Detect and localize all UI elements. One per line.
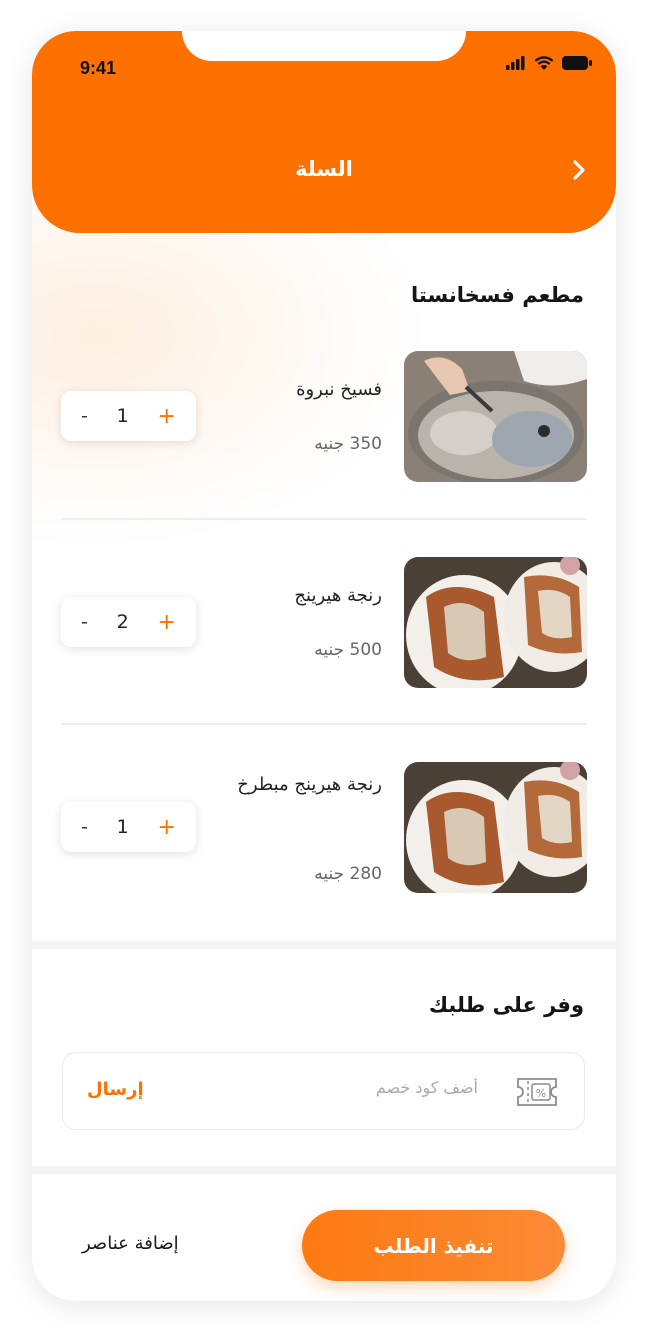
item-price: 350 جنيه xyxy=(314,434,382,454)
section-separator xyxy=(32,1166,616,1174)
phone-screen: 9:41 السلة مطعم فسخانستا فسيخ نبروة 350 … xyxy=(32,31,616,1301)
quantity-value: 1 xyxy=(116,816,129,838)
decrease-button[interactable]: - xyxy=(81,611,88,633)
quantity-stepper: - 2 + xyxy=(61,597,196,647)
coupon-ticket-icon: % xyxy=(514,1075,560,1113)
coupon-section-title: وفر على طلبك xyxy=(428,993,584,1017)
send-coupon-button[interactable]: إرسال xyxy=(87,1079,144,1100)
item-name: رنجة هيرينج مبطرخ xyxy=(237,774,382,795)
coupon-box: % إرسال xyxy=(62,1052,585,1130)
header-bar: 9:41 السلة xyxy=(32,31,616,233)
restaurant-name: مطعم فسخانستا xyxy=(411,283,584,307)
device-notch xyxy=(182,31,466,61)
quantity-value: 1 xyxy=(116,405,129,427)
quantity-stepper: - 1 + xyxy=(61,802,196,852)
cart-item: رنجة هيرينج مبطرخ 280 جنيه - 1 + xyxy=(32,762,616,894)
add-items-link[interactable]: إضافة عناصر xyxy=(82,1233,179,1254)
item-image-herring[interactable] xyxy=(404,557,587,688)
herring-photo xyxy=(404,557,587,688)
decrease-button[interactable]: - xyxy=(81,405,88,427)
herring-roe-photo xyxy=(404,762,587,893)
cart-item: فسيخ نبروة 350 جنيه - 1 + xyxy=(32,351,616,483)
svg-text:%: % xyxy=(536,1087,546,1100)
fish-photo xyxy=(404,351,587,482)
chevron-right-icon xyxy=(573,160,585,180)
increase-button[interactable]: + xyxy=(158,815,176,840)
cart-item: رنجة هيرينج 500 جنيه - 2 + xyxy=(32,557,616,689)
decrease-button[interactable]: - xyxy=(81,816,88,838)
item-name: رنجة هيرينج xyxy=(294,585,382,606)
increase-button[interactable]: + xyxy=(158,404,176,429)
quantity-stepper: - 1 + xyxy=(61,391,196,441)
increase-button[interactable]: + xyxy=(158,610,176,635)
item-image-herring-roe[interactable] xyxy=(404,762,587,893)
signal-icon xyxy=(506,55,525,70)
wifi-icon xyxy=(534,56,554,70)
item-price: 280 جنيه xyxy=(314,864,382,884)
section-separator xyxy=(32,941,616,949)
status-time: 9:41 xyxy=(80,58,117,78)
quantity-value: 2 xyxy=(116,611,129,633)
battery-icon xyxy=(562,55,592,70)
item-image-fish[interactable] xyxy=(404,351,587,482)
item-divider xyxy=(61,518,587,520)
page-title: السلة xyxy=(295,157,353,181)
checkout-button[interactable]: تنفيذ الطلب xyxy=(302,1210,565,1281)
coupon-code-input[interactable] xyxy=(246,1077,480,1098)
back-button[interactable] xyxy=(564,155,594,185)
item-name: فسيخ نبروة xyxy=(296,379,382,400)
item-price: 500 جنيه xyxy=(314,640,382,660)
status-icons xyxy=(506,55,592,70)
item-divider xyxy=(61,723,587,725)
